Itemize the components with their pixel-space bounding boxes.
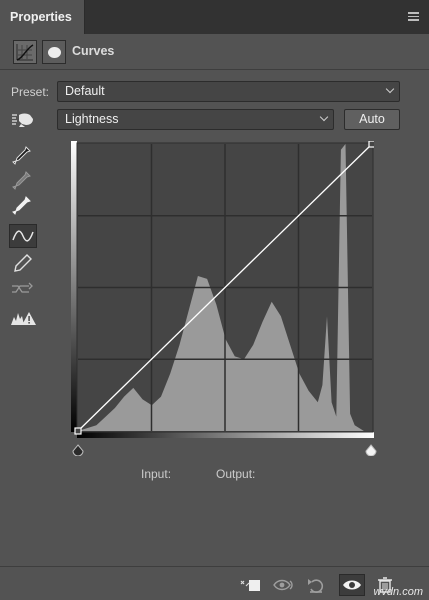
input-gradient-bar [77,432,374,438]
chevron-down-icon [319,112,329,122]
output-gradient-bar [71,141,77,432]
black-point-slider[interactable] [72,444,84,457]
sample-white-point-icon[interactable] [9,194,37,218]
curves-graph[interactable] [71,141,374,438]
view-previous-state-icon[interactable] [271,574,297,596]
output-label: Output: [216,467,256,481]
input-label: Input: [141,467,172,481]
reset-icon[interactable] [304,574,330,596]
white-point-slider[interactable] [365,444,377,457]
adjustment-title: Curves [72,44,115,58]
properties-panel: Properties Curves Preset: Default Lightn… [0,0,429,600]
sample-gray-point-icon[interactable] [9,169,37,193]
channel-value: Lightness [65,112,119,126]
visibility-eye-icon[interactable] [339,574,365,596]
preset-label: Preset: [11,85,50,99]
panel-tab-bar: Properties [0,0,429,34]
clip-to-layer-icon[interactable] [238,574,264,596]
layer-mask-icon[interactable] [42,40,66,64]
pencil-draw-icon[interactable] [9,252,37,276]
clipping-warning-icon[interactable] [9,307,37,331]
curve-control-point [74,427,82,435]
edit-points-curve-icon[interactable] [9,224,37,248]
chevron-down-icon [385,84,395,94]
preset-value: Default [65,84,105,98]
smooth-curve-icon[interactable] [9,277,37,301]
watermark: wvdn.com [373,586,423,598]
sample-black-point-icon[interactable] [9,144,37,168]
on-image-adjust-icon[interactable] [10,110,38,130]
preset-select[interactable]: Default [57,81,400,102]
channel-select[interactable]: Lightness [57,109,334,130]
adjustment-header: Curves [0,34,429,70]
tab-properties[interactable]: Properties [0,0,85,34]
curve-control-point [368,141,374,148]
curves-adjustment-icon[interactable] [13,40,37,64]
panel-menu-icon[interactable] [408,12,419,21]
auto-button[interactable]: Auto [344,109,400,130]
